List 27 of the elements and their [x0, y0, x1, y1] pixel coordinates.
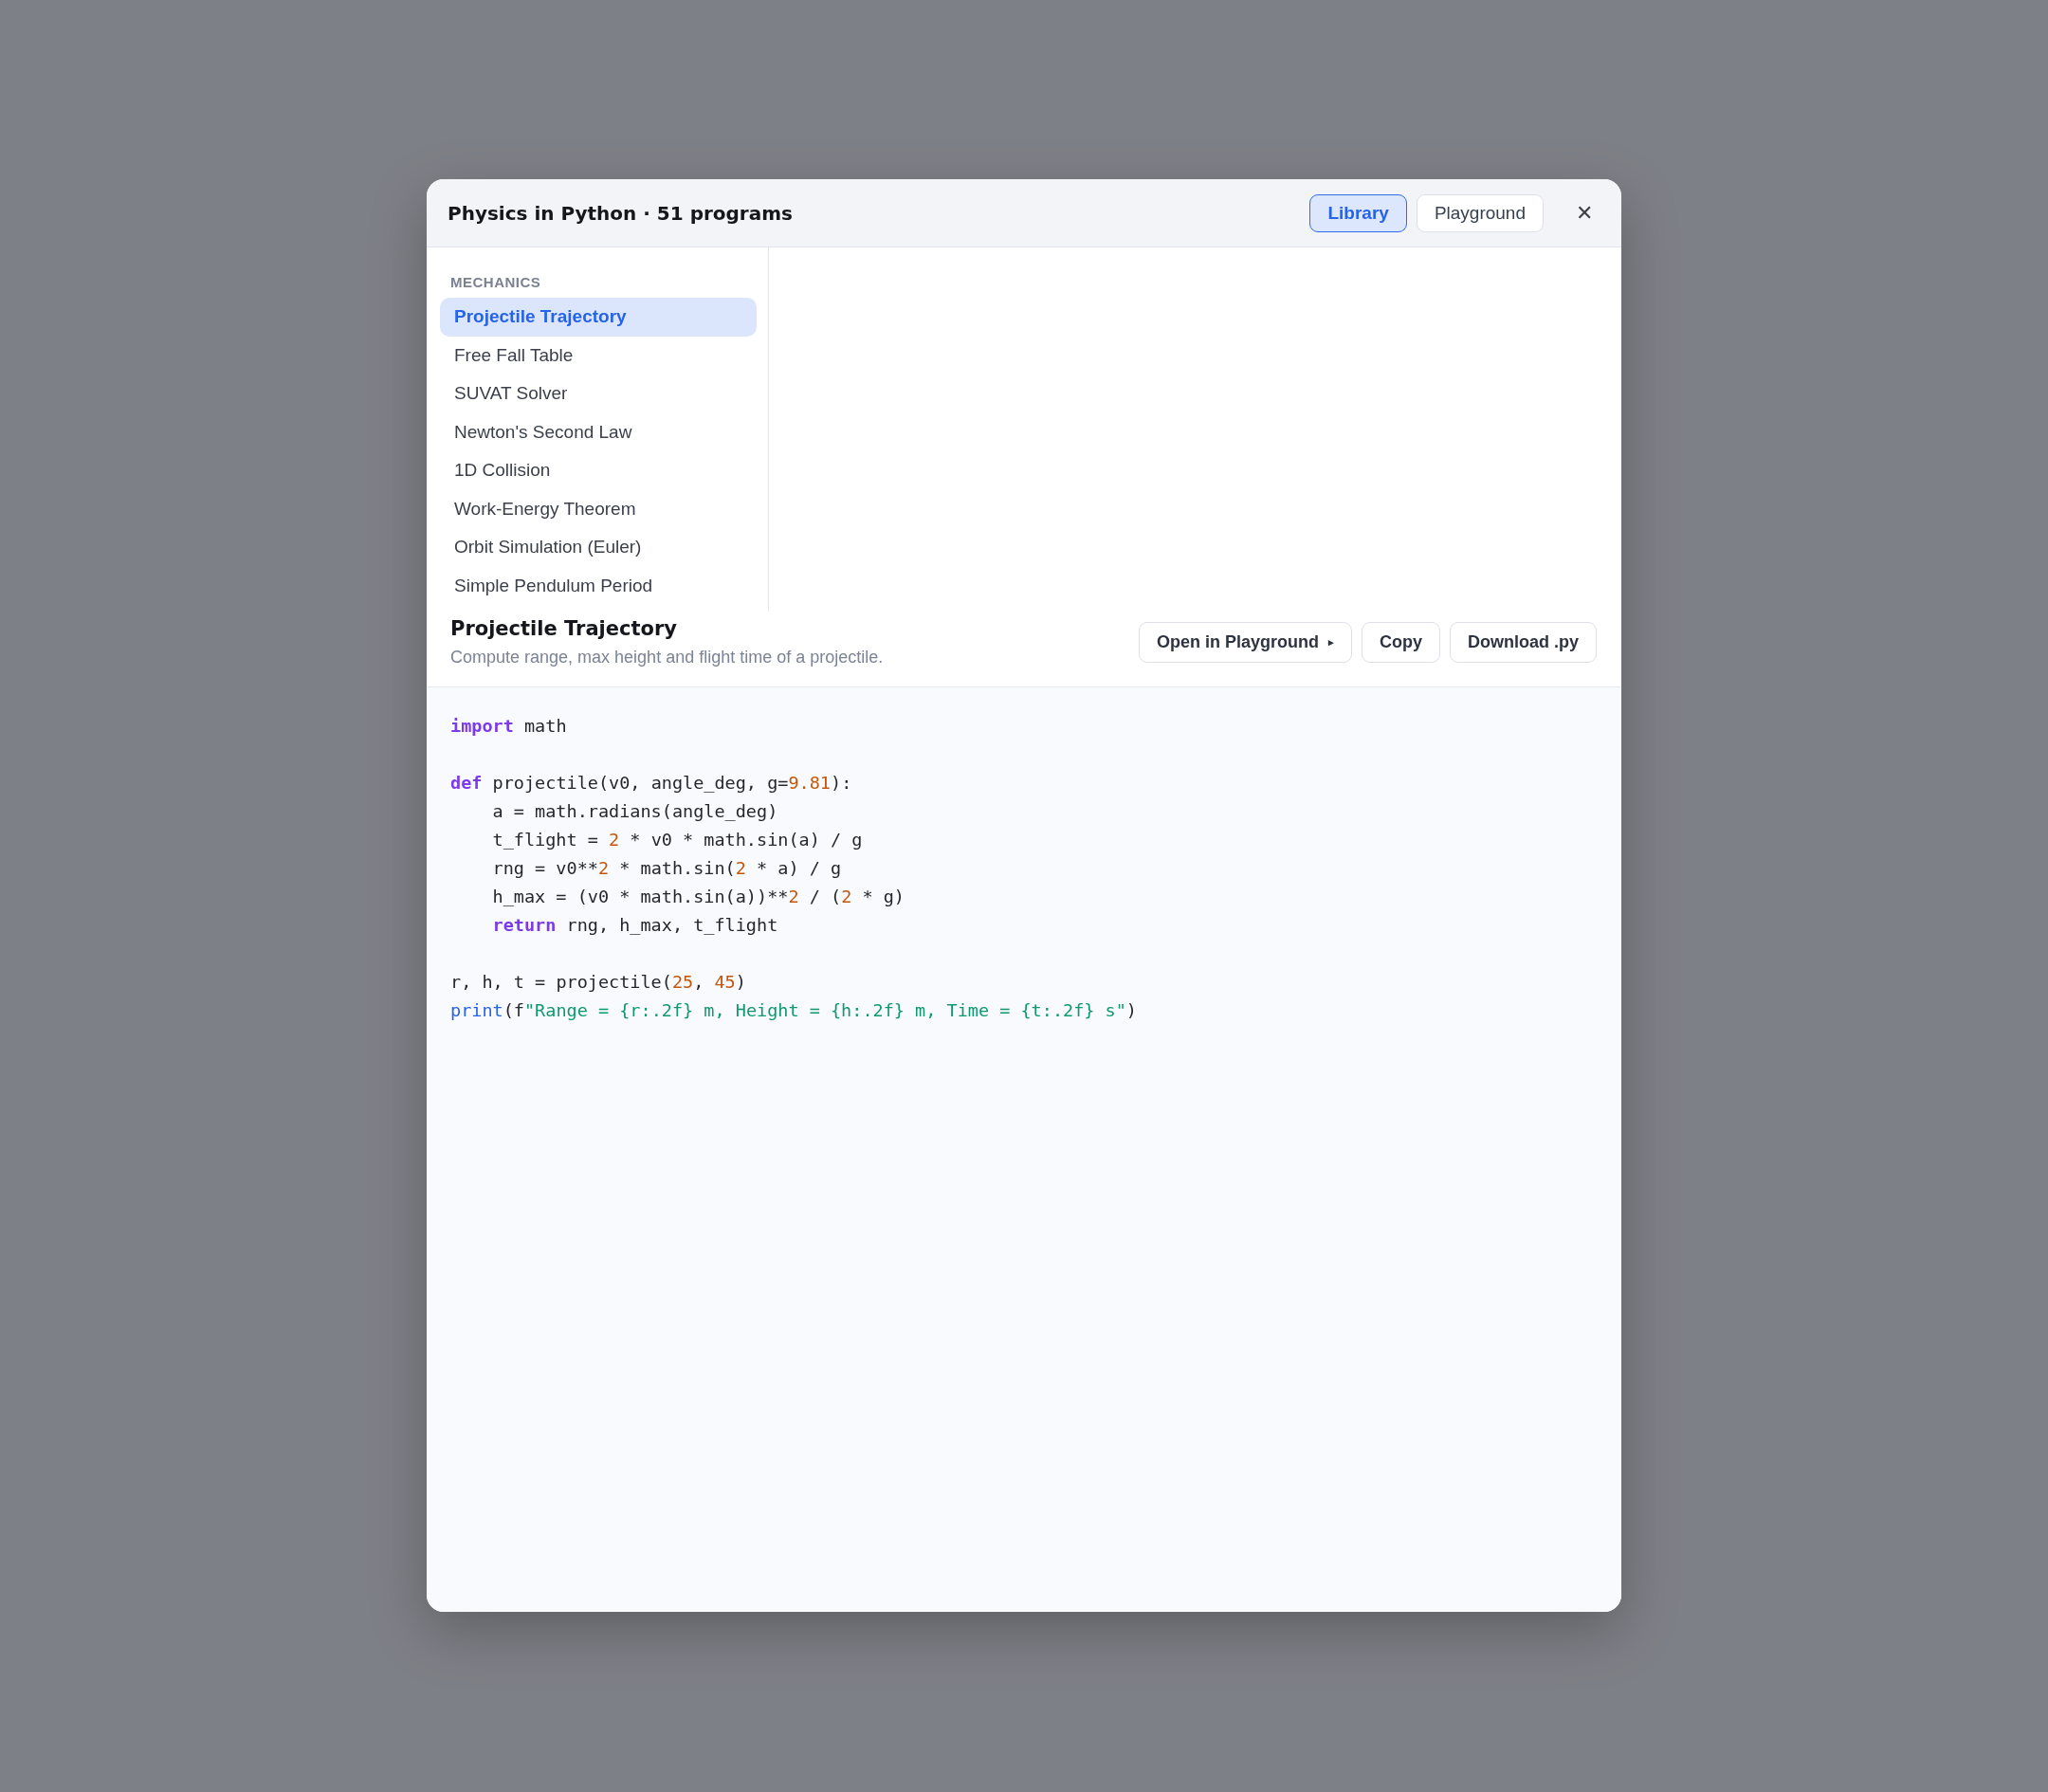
program-list-item[interactable]: Projectile Trajectory	[440, 298, 757, 337]
program-list-item[interactable]: Work-Energy Theorem	[440, 489, 757, 528]
action-button[interactable]: Open in Playground ▸	[1139, 622, 1352, 663]
code-line: h_max = (v0 * math.sin(a))**2 / (2 * g)	[492, 886, 905, 908]
close-button[interactable]: ✕	[1568, 196, 1600, 229]
code-line: return rng, h_max, t_flight	[492, 914, 778, 937]
program-list-item[interactable]: Free Fall Table	[440, 336, 757, 375]
code-line: t_flight = 2 * v0 * math.sin(a) / g	[492, 829, 863, 851]
program-list-item[interactable]: Simple Pendulum Period	[440, 566, 757, 605]
program-title: Projectile Trajectory	[450, 617, 678, 640]
program-list-item[interactable]: SUVAT Solver	[440, 375, 757, 413]
code-line: import math	[450, 715, 567, 738]
program-list-item[interactable]: Orbit Simulation (Euler)	[440, 528, 757, 567]
code-line: print(f"Range = {r:.2f} m, Height = {h:.2f} m, Time = {t:.2f} s")	[450, 999, 1137, 1022]
section-heading: MECHANICS	[449, 274, 542, 292]
code-line: a = math.radians(angle_deg)	[492, 800, 778, 823]
code-line: rng = v0**2 * math.sin(2 * a) / g	[492, 857, 842, 880]
dialog-title: Physics in Python · 51 programs	[448, 201, 794, 225]
tab[interactable]: Playground	[1416, 193, 1544, 232]
program-list-item[interactable]: 1D Collision	[440, 451, 757, 490]
code-line: r, h, t = projectile(25, 45)	[450, 971, 746, 994]
program-description: Compute range, max height and flight time of a projectile.	[450, 648, 885, 667]
action-button[interactable]: Copy	[1362, 622, 1440, 663]
program-list-item[interactable]: Newton's Second Law	[440, 412, 757, 451]
code-line: def projectile(v0, angle_deg, g=9.81):	[450, 772, 852, 795]
action-button[interactable]: Download .py	[1450, 622, 1597, 663]
tab[interactable]: Library	[1309, 193, 1407, 232]
